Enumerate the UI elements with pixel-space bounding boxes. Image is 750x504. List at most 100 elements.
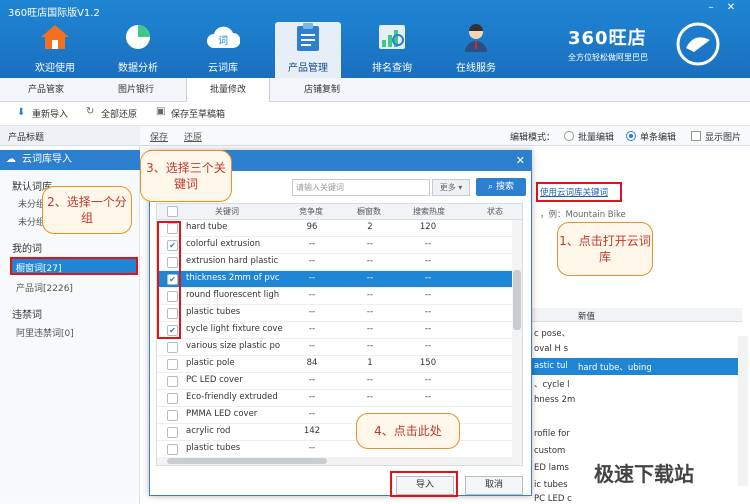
batch-edit-radio[interactable] bbox=[564, 131, 574, 141]
tool-ranking-query[interactable]: 排名查询 bbox=[359, 22, 425, 78]
select-all-checkbox[interactable] bbox=[167, 206, 178, 217]
fragment-text: PC LED c bbox=[534, 494, 572, 504]
search-button[interactable]: ⌕ 搜索 bbox=[476, 178, 526, 196]
fragment-text: ic tubes bbox=[534, 480, 568, 490]
close-icon[interactable]: ✕ bbox=[724, 2, 738, 14]
callout-step3: 3、选择三个关键词 bbox=[140, 150, 232, 202]
subtab-image-bank[interactable]: 图片银行 bbox=[94, 78, 178, 102]
fragment-text: ED lams bbox=[534, 463, 569, 473]
keyword-checkbox[interactable] bbox=[167, 376, 178, 387]
single-edit-radio[interactable] bbox=[626, 131, 636, 141]
group-showcase-words[interactable]: 橱窗词[27] bbox=[16, 261, 61, 274]
restore-link[interactable]: 还原 bbox=[184, 130, 202, 143]
heat-cell: -- bbox=[424, 375, 432, 385]
group-product-words[interactable]: 产品词[2226] bbox=[16, 281, 73, 294]
col-showcase: 橱窗数 bbox=[357, 207, 381, 216]
table-row[interactable]: PC LED cover -- -- -- bbox=[157, 373, 513, 390]
save-icon: ▣ bbox=[156, 106, 166, 117]
table-row[interactable]: ✔ cycle light fixture cove -- -- -- bbox=[157, 322, 513, 339]
table-row[interactable]: Eco-friendly extruded -- -- -- bbox=[157, 390, 513, 407]
keyword-cell: acrylic rod bbox=[186, 426, 231, 436]
keyword-search-input[interactable]: 请输入关键词 bbox=[292, 179, 430, 196]
dialog-title: 云词库导入 bbox=[22, 154, 72, 165]
showcase-cell: -- bbox=[366, 392, 374, 402]
cloud-icon: 词 bbox=[206, 22, 240, 52]
scrollbar[interactable] bbox=[738, 336, 748, 486]
home-icon bbox=[38, 22, 72, 52]
horizontal-scrollbar[interactable] bbox=[157, 457, 513, 465]
more-dropdown[interactable]: 更多 ▾ bbox=[432, 179, 470, 196]
competition-cell: -- bbox=[308, 341, 316, 351]
fragment-text: astic tul bbox=[534, 361, 568, 371]
heat-cell: 150 bbox=[419, 358, 437, 368]
keyword-cell: various size plastic po bbox=[186, 341, 281, 351]
scroll-thumb[interactable] bbox=[513, 270, 521, 330]
checkbox-highlight bbox=[157, 221, 181, 339]
col-status: 状态 bbox=[487, 207, 503, 216]
showcase-cell: -- bbox=[366, 290, 374, 300]
table-row[interactable]: plastic tubes------ bbox=[157, 305, 513, 322]
minimize-icon[interactable]: – bbox=[704, 2, 718, 14]
use-cloud-lexicon-link[interactable]: 使用云词库关键词 bbox=[540, 186, 608, 198]
restore-icon: ↻ bbox=[86, 106, 95, 117]
watermark: 极速下载站 bbox=[594, 462, 694, 486]
showcase-cell: 2 bbox=[367, 222, 373, 232]
table-row[interactable]: hard tube 96 2 120 bbox=[157, 220, 513, 237]
keyword-checkbox[interactable] bbox=[167, 393, 178, 404]
cancel-button[interactable]: 取消 bbox=[465, 476, 523, 495]
save-link[interactable]: 保存 bbox=[150, 130, 168, 143]
tool-label: 数据分析 bbox=[118, 63, 158, 74]
table-row[interactable]: round fluorescent ligh -- -- -- bbox=[157, 288, 513, 305]
keyword-checkbox[interactable] bbox=[167, 444, 178, 455]
restore-all-button[interactable]: 全部还原 bbox=[101, 107, 137, 120]
import-button[interactable]: 导入 bbox=[396, 476, 454, 495]
tool-data-analysis[interactable]: 数据分析 bbox=[105, 22, 171, 78]
group-unsorted[interactable]: 未分组 bbox=[18, 215, 45, 228]
keyword-cell: round fluorescent ligh bbox=[186, 290, 280, 300]
save-draft-button[interactable]: 保存至草稿箱 bbox=[171, 107, 225, 120]
subtab-product-manager[interactable]: 产品管家 bbox=[4, 78, 88, 102]
app-title: 360旺店国际版V1.2 bbox=[8, 8, 100, 19]
table-row[interactable]: ✔ thickness 2mm of pvc -- -- -- bbox=[157, 271, 513, 288]
table-row[interactable]: plastic pole 84 1 150 bbox=[157, 356, 513, 373]
subtab-shop-copy[interactable]: 店铺复制 bbox=[280, 78, 364, 102]
group-unsorted[interactable]: 未分组 bbox=[18, 197, 45, 210]
subtab-batch-modify[interactable]: 批量修改 bbox=[186, 78, 270, 102]
edit-mode-label: 编辑模式： bbox=[510, 133, 556, 143]
tool-cloud-lexicon[interactable]: 词 云词库 bbox=[190, 22, 256, 78]
vertical-scrollbar[interactable] bbox=[512, 220, 522, 465]
showcase-cell: -- bbox=[366, 239, 374, 249]
tool-welcome[interactable]: 欢迎使用 bbox=[22, 22, 88, 78]
competition-cell: 142 bbox=[303, 426, 321, 436]
competition-cell: -- bbox=[308, 290, 316, 300]
table-row[interactable]: ✔ colorful extrusion -- -- -- bbox=[157, 237, 513, 254]
brand-logo: 360旺店 全方位轻松做阿里巴巴 bbox=[568, 24, 648, 63]
table-row[interactable]: plastic tubes------ bbox=[157, 441, 513, 458]
table-row[interactable]: extrusion hard plastic -- -- -- bbox=[157, 254, 513, 271]
fragment-text: hness 2m bbox=[534, 395, 576, 405]
reimport-button[interactable]: 重新导入 bbox=[32, 107, 68, 120]
show-images-checkbox[interactable] bbox=[691, 131, 701, 141]
tool-product-management[interactable]: 产品管理 bbox=[275, 22, 341, 78]
scroll-thumb[interactable] bbox=[167, 458, 327, 464]
group-banned[interactable]: 违禁词 bbox=[12, 306, 42, 321]
close-icon[interactable]: ✕ bbox=[516, 154, 525, 167]
table-row[interactable]: various size plastic po -- -- -- bbox=[157, 339, 513, 356]
keyword-checkbox[interactable] bbox=[167, 359, 178, 370]
heat-cell: -- bbox=[424, 290, 432, 300]
group-my-words[interactable]: 我的词 bbox=[12, 240, 42, 255]
group-ali-banned[interactable]: 阿里违禁词[0] bbox=[16, 326, 74, 339]
competition-cell: -- bbox=[308, 273, 316, 283]
tool-label: 云词库 bbox=[208, 63, 238, 74]
keyword-checkbox[interactable] bbox=[167, 410, 178, 421]
more-label: 更多 bbox=[439, 183, 456, 192]
action-toolbar: ⬇ 重新导入 ↻ 全部还原 ▣ 保存至草稿箱 bbox=[0, 102, 750, 126]
competition-cell: -- bbox=[308, 375, 316, 385]
keyword-cell: PC LED cover bbox=[186, 375, 243, 385]
tool-online-service[interactable]: 在线服务 bbox=[443, 22, 509, 78]
edit-bar: 保存 还原 编辑模式： 批量编辑 单条编辑 显示图片 bbox=[140, 126, 750, 146]
keyword-checkbox[interactable] bbox=[167, 427, 178, 438]
keyword-checkbox[interactable] bbox=[167, 342, 178, 353]
keyword-cell: cycle light fixture cove bbox=[186, 324, 283, 334]
callout-step1: 1、点击打开云词库 bbox=[557, 222, 653, 276]
